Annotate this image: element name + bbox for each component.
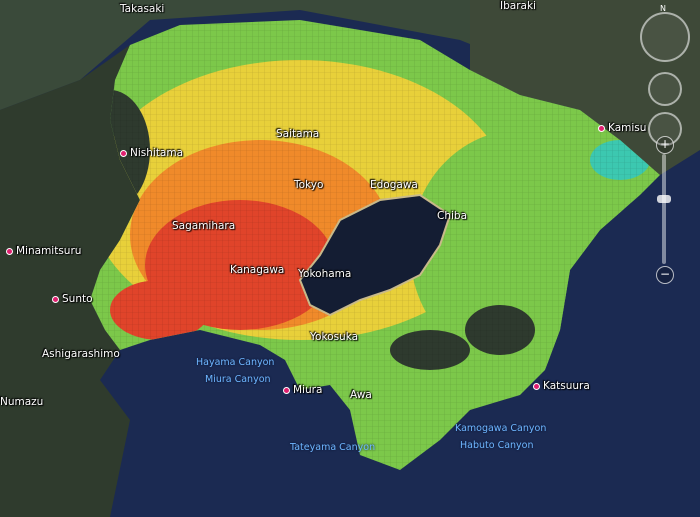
label-saitama[interactable]: Saitama (276, 128, 319, 140)
zoom-out-button[interactable]: − (656, 266, 674, 284)
label-sagamihara[interactable]: Sagamihara (172, 220, 235, 232)
place-marker-icon (52, 295, 59, 303)
label-tokyo[interactable]: Tokyo (294, 179, 323, 191)
label-katsuura[interactable]: Katsuura (533, 380, 590, 392)
compass-ring-icon[interactable] (640, 12, 690, 62)
label-kanagawa[interactable]: Kanagawa (230, 264, 284, 276)
map-canvas[interactable] (0, 0, 700, 517)
label-yokosuka[interactable]: Yokosuka (310, 331, 358, 343)
label-awa[interactable]: Awa (350, 389, 372, 401)
label-sunto[interactable]: Sunto (52, 293, 93, 305)
label-ibaraki[interactable]: Ibaraki (500, 0, 536, 12)
label-yokohama[interactable]: Yokohama (298, 268, 351, 280)
place-marker-icon (598, 124, 605, 132)
label-ashigarashimo[interactable]: Ashigarashimo (42, 348, 120, 360)
zoom-in-button[interactable]: + (656, 136, 674, 154)
label-kamogawa-canyon[interactable]: Kamogawa Canyon (455, 423, 546, 434)
place-marker-icon (120, 149, 127, 157)
label-hayama-canyon[interactable]: Hayama Canyon (196, 357, 274, 368)
label-tateyama-canyon[interactable]: Tateyama Canyon (290, 442, 375, 453)
label-nishitama[interactable]: Nishitama (120, 147, 183, 159)
label-miura-canyon[interactable]: Miura Canyon (205, 374, 271, 385)
label-miura[interactable]: Miura (283, 384, 322, 396)
navigation-controls: N + − (634, 4, 694, 304)
label-edogawa[interactable]: Edogawa (370, 179, 418, 191)
label-numazu[interactable]: Numazu (0, 396, 43, 408)
label-chiba[interactable]: Chiba (437, 210, 467, 222)
place-marker-icon (533, 382, 540, 390)
zoom-slider[interactable] (662, 154, 666, 264)
map-viewport[interactable]: Takasaki Ibaraki Saitama Kamisu Nishitam… (0, 0, 700, 517)
place-marker-icon (6, 247, 13, 255)
look-joystick-icon[interactable] (648, 72, 682, 106)
label-minamitsuru[interactable]: Minamitsuru (6, 245, 81, 257)
label-takasaki[interactable]: Takasaki (120, 3, 164, 15)
label-habuto-canyon[interactable]: Habuto Canyon (460, 440, 534, 451)
place-marker-icon (283, 386, 290, 394)
zoom-slider-thumb[interactable] (657, 194, 671, 203)
